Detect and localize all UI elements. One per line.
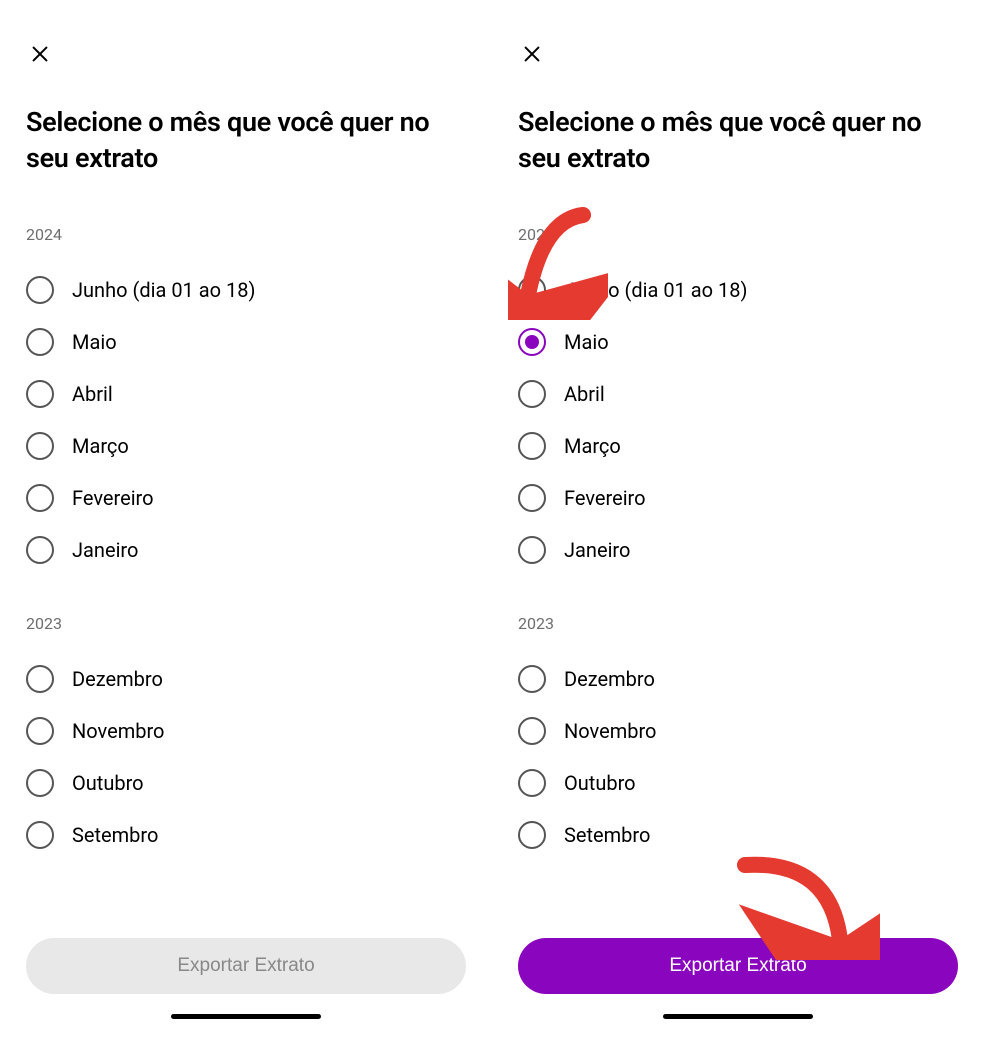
month-list-2024: Junho (dia 01 ao 18) Maio Abril Março Fe… xyxy=(518,264,958,576)
month-option[interactable]: Fevereiro xyxy=(518,472,958,524)
close-icon xyxy=(521,43,543,65)
radio-icon xyxy=(26,380,54,408)
month-list-2024: Junho (dia 01 ao 18) Maio Abril Março Fe… xyxy=(26,264,466,576)
radio-icon xyxy=(518,484,546,512)
month-option[interactable]: Outubro xyxy=(26,757,466,809)
year-section-2023: 2023 Dezembro Novembro Outubro Setembro xyxy=(518,606,958,861)
month-option[interactable]: Fevereiro xyxy=(26,472,466,524)
radio-icon-selected xyxy=(518,328,546,356)
radio-icon xyxy=(518,821,546,849)
month-option-label: Outubro xyxy=(564,771,636,795)
year-section-2024: 2024 Junho (dia 01 ao 18) Maio Abril Mar… xyxy=(26,217,466,576)
close-icon xyxy=(29,43,51,65)
radio-icon xyxy=(26,821,54,849)
month-option[interactable]: Janeiro xyxy=(518,524,958,576)
month-option-label: Março xyxy=(564,434,621,458)
radio-icon xyxy=(518,536,546,564)
radio-icon xyxy=(26,665,54,693)
month-option-label: Dezembro xyxy=(564,667,655,691)
month-list-2023: Dezembro Novembro Outubro Setembro xyxy=(26,653,466,861)
page-title: Selecione o mês que você quer no seu ext… xyxy=(26,104,466,177)
month-select-screen-left: Selecione o mês que você quer no seu ext… xyxy=(0,0,492,1039)
month-option-label: Abril xyxy=(72,382,113,406)
month-option[interactable]: Junho (dia 01 ao 18) xyxy=(518,264,958,316)
year-section-2023: 2023 Dezembro Novembro Outubro Setembro xyxy=(26,606,466,861)
month-option-label: Fevereiro xyxy=(72,486,154,510)
month-option-label: Novembro xyxy=(564,719,656,743)
month-option-label: Junho (dia 01 ao 18) xyxy=(72,278,255,302)
month-option-label: Março xyxy=(72,434,129,458)
month-list-2023: Dezembro Novembro Outubro Setembro xyxy=(518,653,958,861)
month-option-label: Maio xyxy=(72,330,117,354)
radio-icon xyxy=(26,276,54,304)
month-option[interactable]: Novembro xyxy=(518,705,958,757)
month-option[interactable]: Dezembro xyxy=(26,653,466,705)
month-option-label: Janeiro xyxy=(72,538,138,562)
radio-icon xyxy=(518,665,546,693)
month-option[interactable]: Abril xyxy=(26,368,466,420)
export-button[interactable]: Exportar Extrato xyxy=(518,938,958,994)
year-section-2024: 2024 Junho (dia 01 ao 18) Maio Abril Mar… xyxy=(518,217,958,576)
month-option-label: Dezembro xyxy=(72,667,163,691)
month-option-label: Fevereiro xyxy=(564,486,646,510)
month-option-label: Janeiro xyxy=(564,538,630,562)
month-option-label: Novembro xyxy=(72,719,164,743)
close-button[interactable] xyxy=(26,40,54,68)
month-option[interactable]: Março xyxy=(26,420,466,472)
month-option-label: Setembro xyxy=(564,823,650,847)
export-button[interactable]: Exportar Extrato xyxy=(26,938,466,994)
month-select-screen-right: Selecione o mês que você quer no seu ext… xyxy=(492,0,984,1039)
month-option-label: Outubro xyxy=(72,771,144,795)
radio-icon xyxy=(26,769,54,797)
month-option[interactable]: Abril xyxy=(518,368,958,420)
radio-icon xyxy=(518,432,546,460)
month-option-label: Abril xyxy=(564,382,605,406)
year-label: 2023 xyxy=(518,614,958,633)
month-option[interactable]: Maio xyxy=(26,316,466,368)
month-option[interactable]: Maio xyxy=(518,316,958,368)
radio-icon xyxy=(26,432,54,460)
page-title: Selecione o mês que você quer no seu ext… xyxy=(518,104,958,177)
month-option-label: Junho (dia 01 ao 18) xyxy=(564,278,747,302)
month-option[interactable]: Março xyxy=(518,420,958,472)
month-option[interactable]: Novembro xyxy=(26,705,466,757)
radio-icon xyxy=(518,380,546,408)
month-option[interactable]: Dezembro xyxy=(518,653,958,705)
month-option[interactable]: Junho (dia 01 ao 18) xyxy=(26,264,466,316)
month-option[interactable]: Janeiro xyxy=(26,524,466,576)
month-option-label: Maio xyxy=(564,330,609,354)
month-option[interactable]: Setembro xyxy=(26,809,466,861)
close-button[interactable] xyxy=(518,40,546,68)
home-indicator[interactable] xyxy=(171,1014,321,1019)
radio-icon xyxy=(26,328,54,356)
radio-icon xyxy=(26,484,54,512)
radio-icon xyxy=(518,769,546,797)
radio-icon xyxy=(26,717,54,745)
radio-icon xyxy=(518,717,546,745)
radio-icon xyxy=(518,276,546,304)
year-label: 2023 xyxy=(26,614,466,633)
home-indicator[interactable] xyxy=(663,1014,813,1019)
radio-icon xyxy=(26,536,54,564)
month-option-label: Setembro xyxy=(72,823,158,847)
year-label: 2024 xyxy=(26,225,466,244)
year-label: 2024 xyxy=(518,225,958,244)
month-option[interactable]: Setembro xyxy=(518,809,958,861)
radio-dot-icon xyxy=(525,335,539,349)
month-option[interactable]: Outubro xyxy=(518,757,958,809)
